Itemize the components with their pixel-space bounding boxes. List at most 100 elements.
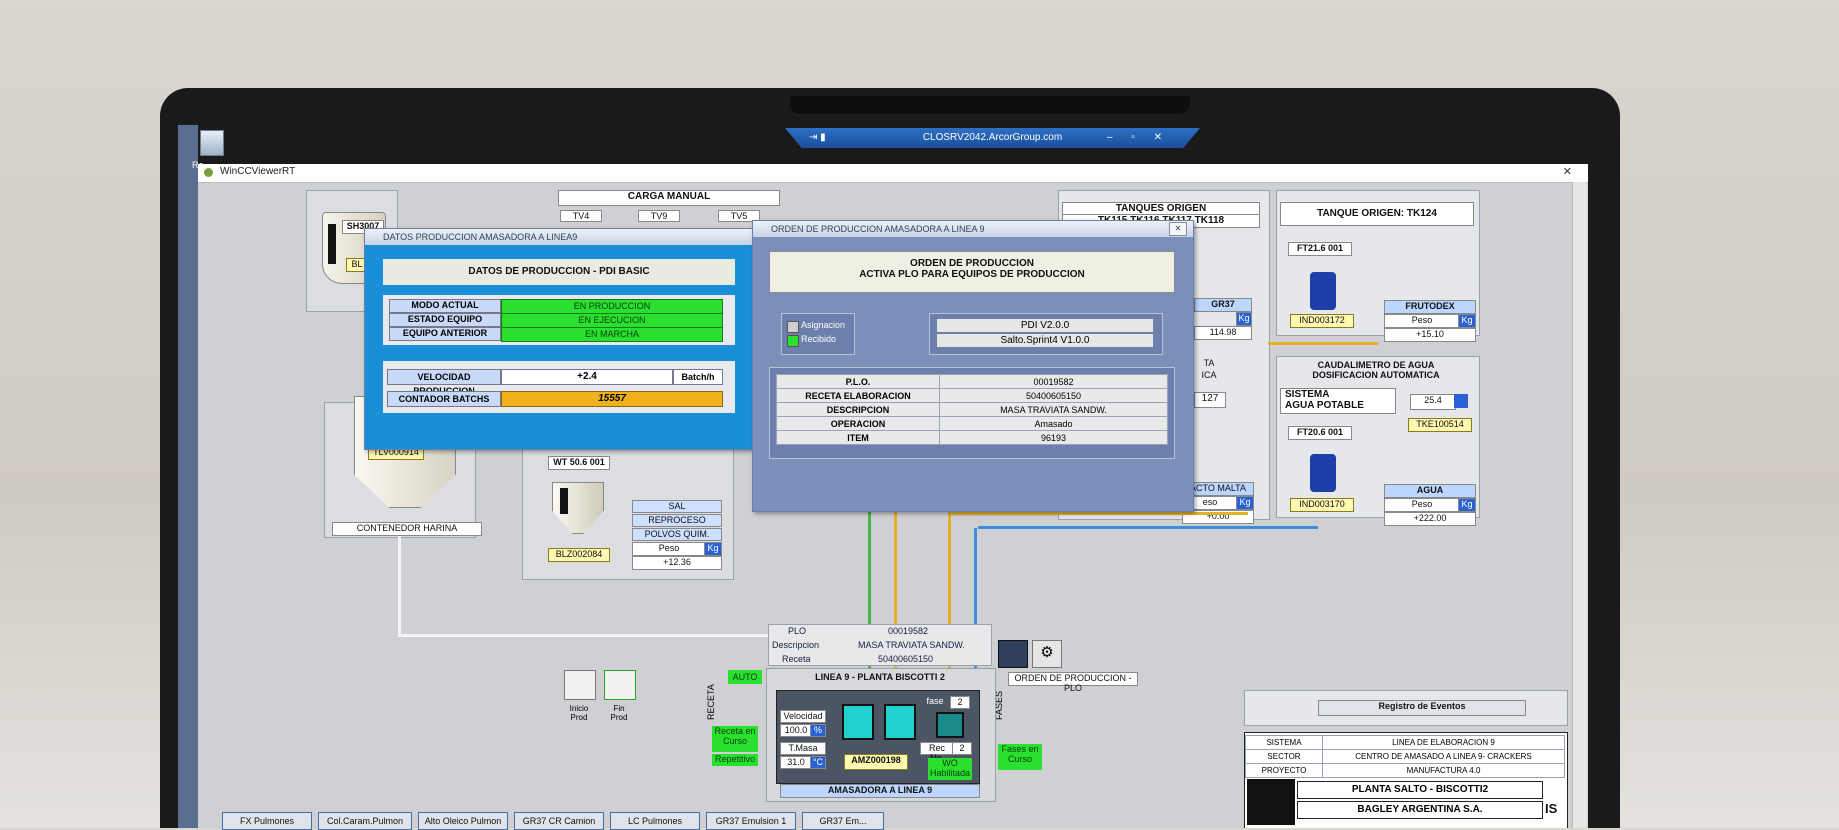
gear-icon[interactable]: ⚙ (1032, 640, 1062, 668)
inicio-prod-button[interactable] (564, 670, 596, 700)
amz-label: AMZ000198 (844, 754, 908, 770)
pipe-blue-right (978, 526, 1318, 529)
orden-plo-monitor-button[interactable] (998, 640, 1028, 668)
pin-icon[interactable]: ⇥ ▮ (809, 128, 826, 148)
orden-header-line2: ACTIVA PLO PARA EQUIPOS DE PRODUCCION (859, 269, 1085, 280)
rdp-connection-bar[interactable]: ⇥ ▮ CLOSRV2042.ArcorGroup.com – ▫ ✕ (785, 128, 1200, 148)
fases-en-curso: Fases en Curso (998, 744, 1042, 770)
orden-row-label: DESCRIPCION (776, 402, 940, 417)
orden-dialog-close-button[interactable]: ✕ (1169, 222, 1187, 236)
pump-icon-2 (1310, 454, 1336, 492)
tab-col-caram-pulmon[interactable]: Col.Caram.Pulmon (318, 812, 412, 830)
descripcion-value: MASA TRAVIATA SANDW. (858, 640, 965, 650)
fin-prod-button[interactable] (604, 670, 636, 700)
inicio-prod-label: Inicio Prod (569, 704, 589, 722)
webcam-notch (790, 96, 1190, 114)
recycle-bin-icon[interactable] (200, 130, 224, 156)
agua-flow-value: 25.4 (1410, 394, 1456, 410)
vertical-scrollbar[interactable] (1572, 182, 1587, 828)
tmasa-label: T.Masa (780, 742, 826, 755)
orden-header: ORDEN DE PRODUCCION ACTIVA PLO PARA EQUI… (769, 251, 1175, 293)
velocidad-unit: % (810, 724, 826, 737)
registro-eventos-button[interactable]: Registro de Eventos (1318, 700, 1526, 716)
tab-fx-pulmones[interactable]: FX Pulmones (222, 812, 312, 830)
wo-habilitada: WO Habilitada (928, 758, 972, 780)
info-row-sector: SECTOR CENTRO DE AMASADO A LINEA 9- CRACK… (1245, 749, 1565, 764)
fin-prod-label: Fin Prod (610, 704, 628, 722)
sal-item: SAL (632, 500, 722, 513)
logo-block (1247, 779, 1295, 825)
tanque-tk124-title: TANQUE ORIGEN: TK124 (1280, 202, 1474, 226)
app-icon (204, 168, 213, 177)
orden-dialog-title: ORDEN DE PRODUCCION AMASADORA A LINEA 9 (771, 224, 985, 234)
tab-lc-pulmones[interactable]: LC Pulmones (610, 812, 700, 830)
window-close-button[interactable]: ✕ (1563, 165, 1572, 178)
tv9-label: TV9 (638, 210, 680, 222)
hopper-gauge (560, 488, 568, 514)
agua-peso: Peso (1384, 498, 1460, 512)
ica-fragment: ICA (1201, 370, 1217, 380)
ind003170-label: IND003170 (1290, 498, 1354, 512)
orden-row-value: 96193 (939, 430, 1168, 445)
orden-produccion-dialog[interactable]: ORDEN DE PRODUCCION AMASADORA A LINEA 9 … (752, 220, 1194, 512)
orden-row-value: Amasado (939, 416, 1168, 431)
orden-row-plo: P.L.O. 00019582 (776, 374, 1168, 389)
gr37-unit: Kg (1236, 312, 1252, 326)
orden-dialog-titlebar[interactable]: ORDEN DE PRODUCCION AMASADORA A LINEA 9 … (753, 221, 1193, 237)
contador-batchs-label: CONTADOR BATCHS (387, 391, 501, 407)
equipo-anterior-value: EN MARCHA (501, 327, 723, 342)
frutodex-peso: Peso (1384, 314, 1460, 328)
info-row-sistema: SISTEMA LINEA DE ELABORACION 9 (1245, 735, 1565, 750)
orden-row-value: MASA TRAVIATA SANDW. (939, 402, 1168, 417)
ft21-label: FT21.6 001 (1288, 242, 1352, 256)
fase-label: fase (926, 696, 944, 706)
amasadora-label: AMASADORA A LINEA 9 (780, 784, 980, 798)
info-key: SECTOR (1245, 749, 1323, 764)
orden-row-value: 00019582 (939, 374, 1168, 389)
orden-plo-label: ORDEN DE PRODUCCION - PLO (1008, 672, 1138, 693)
datos-produccion-dialog[interactable]: DATOS PRODUCCION AMASADORA A LINEA9 DATO… (364, 228, 754, 450)
pdi-version: PDI V2.0.0 (937, 319, 1153, 332)
is-logo-text: IS (1545, 801, 1558, 816)
sistema-agua-label: SISTEMA AGUA POTABLE (1280, 388, 1396, 414)
rdp-window-controls[interactable]: – ▫ ✕ (1107, 128, 1170, 148)
orden-rows-group: P.L.O. 00019582 RECETA ELABORACION 5040060… (769, 367, 1175, 459)
sal-peso-value: +12.36 (632, 556, 722, 570)
mixer-window-left (842, 704, 874, 740)
modo-actual-label: MODO ACTUAL (389, 299, 501, 313)
rec-no-label: Rec No. (920, 742, 954, 763)
tab-gr37-cr-camion[interactable]: GR37 CR Camion (514, 812, 604, 830)
rec-no-value: 2 (952, 742, 972, 755)
orden-row-label: P.L.O. (776, 374, 940, 389)
pipe-white-left (398, 536, 401, 636)
orden-row-descripcion: DESCRIPCION MASA TRAVIATA SANDW. (776, 402, 1168, 417)
planta-label: PLANTA SALTO - BISCOTTI2 (1297, 781, 1543, 799)
caudalimetro-title: CAUDALIMETRO DE AGUA DOSIFICACION AUTOMA… (1312, 360, 1440, 380)
n127-label: 127 (1194, 392, 1226, 408)
tab-gr37-em[interactable]: GR37 Em... (802, 812, 884, 830)
info-key: SISTEMA (1245, 735, 1323, 750)
sal-peso-label: Peso (632, 542, 706, 556)
gr37-title: GR37 (1194, 298, 1252, 312)
receta-en-curso: Receta en Curso (712, 726, 758, 752)
contador-batchs-value: 15557 (501, 391, 723, 407)
receta-label: Receta (782, 654, 811, 664)
reproceso-item: REPROCESO (632, 514, 722, 527)
bagley-label: BAGLEY ARGENTINA S.A. (1297, 801, 1543, 819)
info-row-proyecto: PROYECTO MANUFACTURA 4.0 (1245, 763, 1565, 778)
asignacion-label: Asignacion (801, 320, 846, 330)
datos-dialog-titlebar[interactable]: DATOS PRODUCCION AMASADORA A LINEA9 (365, 229, 753, 245)
tab-alto-oleico-pulmon[interactable]: Alto Oleico Pulmon (418, 812, 508, 830)
tab-gr37-emulsion-1[interactable]: GR37 Emulsion 1 (706, 812, 796, 830)
scada-screen: WinCCViewerRT ✕ SH3007 BL TLV000914 CONT… (198, 164, 1588, 828)
orden-header-line1: ORDEN DE PRODUCCION (910, 258, 1034, 269)
rdp-title: CLOSRV2042.ArcorGroup.com (922, 132, 1063, 143)
estado-equipo-value: EN EJECUCION (501, 313, 723, 328)
silo-gauge (328, 224, 336, 264)
orden-row-receta: RECETA ELABORACION 50400605150 (776, 388, 1168, 403)
velocidad-label: Velocidad (780, 710, 826, 723)
velocidad-value: 100.0 (780, 724, 812, 737)
velocidad-produccion-label: VELOCIDAD PRODUCCION (387, 369, 501, 396)
frutodex-title: FRUTODEX (1384, 300, 1476, 314)
recibido-indicator (787, 335, 799, 347)
